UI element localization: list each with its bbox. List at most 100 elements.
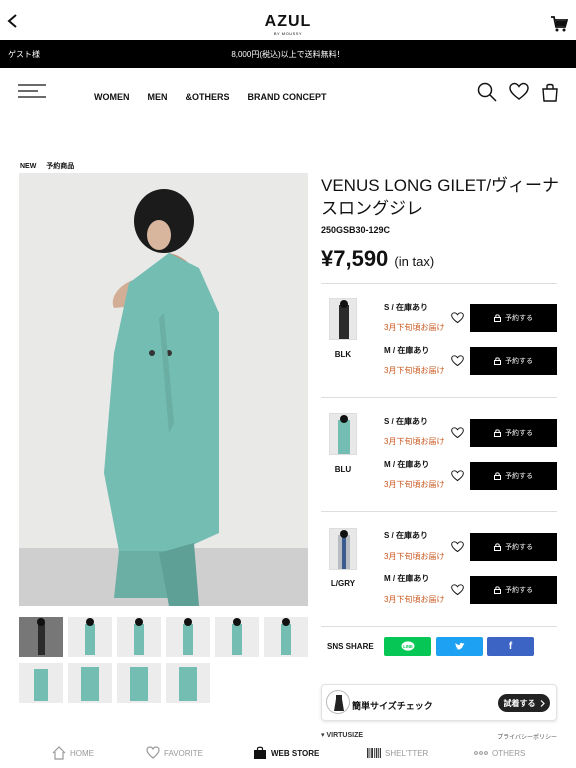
reserve-button[interactable]: 予約する [470, 347, 557, 375]
top-app-bar: AZUL BY MOUSSY [0, 0, 576, 40]
product-badges: NEW 予約商品 [20, 161, 82, 171]
size-check-label: 簡単サイズチェック [352, 701, 433, 711]
size-check-widget[interactable]: 簡単サイズチェック 試着する [321, 684, 557, 721]
share-twitter-button[interactable] [436, 637, 483, 656]
nav-link-men[interactable]: MEN [148, 92, 168, 102]
tab-favorite[interactable]: FAVORITE [146, 746, 203, 760]
free-shipping-text: 8,000円(税込)以上で送料無料！ [231, 50, 345, 59]
thumbnail[interactable] [166, 617, 210, 657]
share-facebook-button[interactable]: f [487, 637, 534, 656]
try-on-button[interactable]: 試着する [498, 694, 550, 712]
favorite-heart-icon[interactable] [451, 541, 464, 553]
reserve-label: 予約する [505, 473, 533, 480]
size-stock: M / 在庫あり [384, 574, 430, 583]
divider [321, 626, 557, 627]
tab-label: WEB STORE [271, 748, 320, 758]
delivery-estimate: 3月下旬頃お届け [384, 480, 445, 489]
tab-web-store[interactable]: WEB STORE [253, 746, 319, 760]
lock-icon [494, 429, 501, 437]
nav-link-brand-concept[interactable]: BRAND CONCEPT [248, 92, 327, 102]
delivery-estimate: 3月下旬頃お届け [384, 552, 445, 561]
search-icon[interactable] [477, 82, 497, 102]
favorite-heart-icon[interactable] [509, 82, 529, 102]
favorite-heart-icon[interactable] [451, 470, 464, 482]
thumbnail[interactable] [19, 617, 63, 657]
logo-subtext: BY MOUSSY [273, 31, 303, 36]
more-dots-icon [474, 751, 488, 755]
thumbnail[interactable] [68, 617, 112, 657]
nav-link-women[interactable]: WOMEN [94, 92, 130, 102]
sns-share-label: SNS SHARE [327, 642, 374, 651]
thumbnail[interactable] [264, 617, 308, 657]
thumbnail[interactable] [19, 663, 63, 703]
thumbnail[interactable] [117, 663, 161, 703]
favorite-heart-icon[interactable] [451, 355, 464, 367]
dress-icon [326, 690, 350, 714]
tab-others[interactable]: OTHERS [474, 746, 525, 760]
shipping-banner: ゲスト様 8,000円(税込)以上で送料無料！ [0, 40, 576, 68]
barcode-icon [367, 748, 381, 758]
product-main-image[interactable] [19, 173, 308, 606]
privacy-policy-link[interactable]: プライバシーポリシー [497, 732, 557, 741]
color-name: BLU [334, 465, 352, 474]
lock-icon [494, 357, 501, 365]
size-stock: M / 在庫あり [384, 346, 430, 355]
color-swatch-blu[interactable] [329, 413, 357, 455]
virtusize-brand: ▾ VIRTUSIZE [321, 731, 363, 739]
size-stock: M / 在庫あり [384, 460, 430, 469]
color-swatch-lgry[interactable] [329, 528, 357, 570]
size-stock: S / 在庫あり [384, 417, 429, 426]
divider [321, 511, 557, 512]
lock-icon [494, 314, 501, 322]
facebook-icon: f [508, 641, 513, 652]
lock-icon [494, 586, 501, 594]
delivery-estimate: 3月下旬頃お届け [384, 366, 445, 375]
reserve-label: 予約する [505, 430, 533, 437]
reserve-button[interactable]: 予約する [470, 462, 557, 490]
thumbnail[interactable] [215, 617, 259, 657]
reserve-button[interactable]: 予約する [470, 304, 557, 332]
cart-icon[interactable] [550, 16, 568, 32]
product-title: VENUS LONG GILET/ヴィーナスロングジレ [321, 176, 560, 218]
hamburger-menu-icon[interactable] [18, 84, 48, 98]
reserve-label: 予約する [505, 587, 533, 594]
tab-label: SHEL'TTER [385, 748, 429, 758]
line-icon-text: LINE [403, 644, 413, 649]
lock-icon [494, 472, 501, 480]
reserve-button[interactable]: 予約する [470, 419, 557, 447]
shopping-bag-icon[interactable] [540, 82, 560, 102]
color-swatch-blk[interactable] [329, 298, 357, 340]
chevron-right-icon [540, 699, 545, 707]
favorite-heart-icon[interactable] [451, 584, 464, 596]
tab-home[interactable]: HOME [52, 746, 94, 760]
color-name: L/GRY [330, 579, 356, 588]
share-line-button[interactable]: LINE [384, 637, 431, 656]
tab-label: FAVORITE [164, 748, 203, 758]
nav-link-others[interactable]: &OTHERS [186, 92, 230, 102]
tab-sheltter[interactable]: SHEL'TTER [367, 746, 428, 760]
reserve-label: 予約する [505, 544, 533, 551]
nav-links: WOMEN MEN &OTHERS BRAND CONCEPT [94, 92, 327, 102]
size-stock: S / 在庫あり [384, 531, 429, 540]
delivery-estimate: 3月下旬頃お届け [384, 437, 445, 446]
delivery-estimate: 3月下旬頃お届け [384, 323, 445, 332]
brand-logo[interactable]: AZUL BY MOUSSY [0, 13, 576, 37]
reserve-button[interactable]: 予約する [470, 533, 557, 561]
delivery-estimate: 3月下旬頃お届け [384, 595, 445, 604]
thumbnail[interactable] [166, 663, 210, 703]
product-code: 250GSB30-129C [321, 225, 391, 235]
virtusize-v-icon: ▾ [321, 732, 325, 739]
shopping-bag-icon [254, 746, 266, 759]
favorite-heart-icon[interactable] [451, 312, 464, 324]
product-price: ¥7,590 (in tax) [321, 246, 434, 272]
tab-label: OTHERS [492, 748, 526, 758]
favorite-heart-icon[interactable] [451, 427, 464, 439]
thumbnail[interactable] [117, 617, 161, 657]
reserve-label: 予約する [505, 358, 533, 365]
reserve-button[interactable]: 予約する [470, 576, 557, 604]
logo-text: AZUL [264, 13, 312, 30]
home-icon [52, 746, 66, 760]
heart-icon [146, 746, 160, 759]
thumbnail[interactable] [68, 663, 112, 703]
tax-note: (in tax) [394, 254, 435, 269]
